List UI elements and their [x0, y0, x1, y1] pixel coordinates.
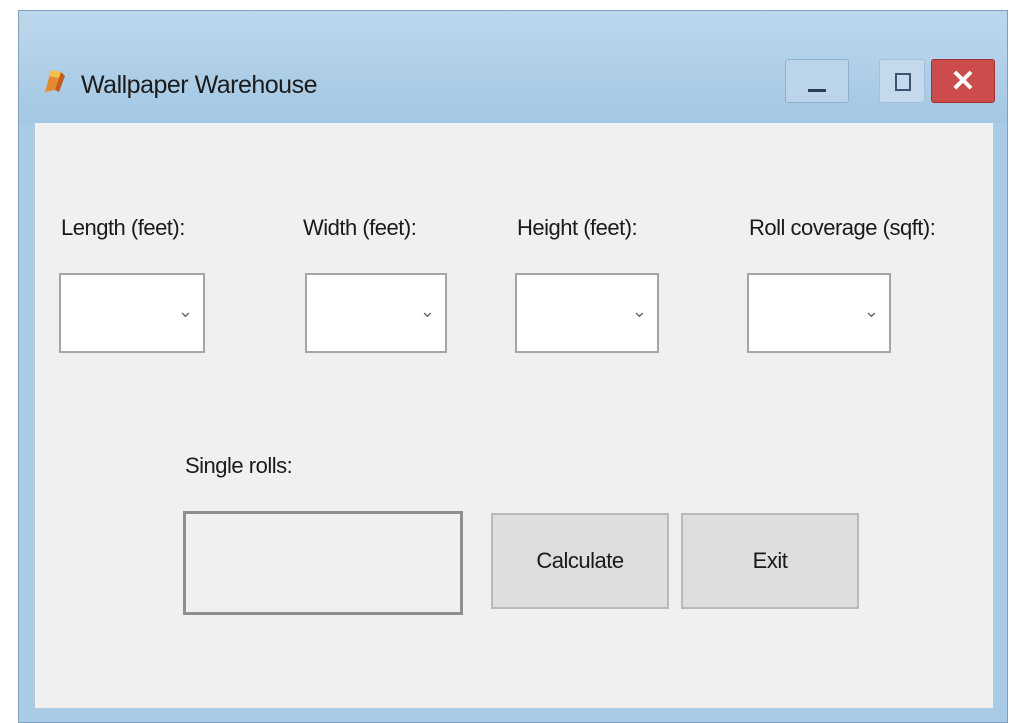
length-label: Length (feet):	[61, 215, 185, 240]
minimize-button[interactable]	[785, 59, 849, 103]
app-window: Wallpaper Warehouse ✕ Length (feet): ⌄ W…	[18, 10, 1008, 723]
close-button[interactable]: ✕	[931, 59, 995, 103]
minimize-icon	[808, 89, 826, 92]
window-title: Wallpaper Warehouse	[81, 71, 317, 99]
single-rolls-label: Single rolls:	[185, 453, 293, 478]
calculate-button[interactable]: Calculate	[491, 513, 669, 609]
roll-coverage-combo[interactable]: ⌄	[747, 273, 891, 353]
maximize-button[interactable]	[879, 59, 925, 103]
chevron-down-icon[interactable]: ⌄	[632, 301, 647, 322]
height-combo[interactable]: ⌄	[515, 273, 659, 353]
exit-button[interactable]: Exit	[681, 513, 859, 609]
width-combo[interactable]: ⌄	[305, 273, 447, 353]
length-combo[interactable]: ⌄	[59, 273, 205, 353]
client-area: Length (feet): ⌄ Width (feet): ⌄ Height …	[35, 123, 993, 708]
height-label: Height (feet):	[517, 215, 638, 240]
chevron-down-icon[interactable]: ⌄	[864, 301, 879, 322]
roll-coverage-label: Roll coverage (sqft):	[749, 215, 936, 240]
chevron-down-icon[interactable]: ⌄	[178, 301, 193, 322]
chevron-down-icon[interactable]: ⌄	[420, 301, 435, 322]
title-bar[interactable]: Wallpaper Warehouse ✕	[19, 11, 1007, 123]
maximize-icon	[895, 73, 911, 91]
width-label: Width (feet):	[303, 215, 417, 240]
close-icon: ✕	[950, 65, 976, 98]
single-rolls-output	[183, 511, 463, 615]
app-icon	[45, 70, 65, 92]
